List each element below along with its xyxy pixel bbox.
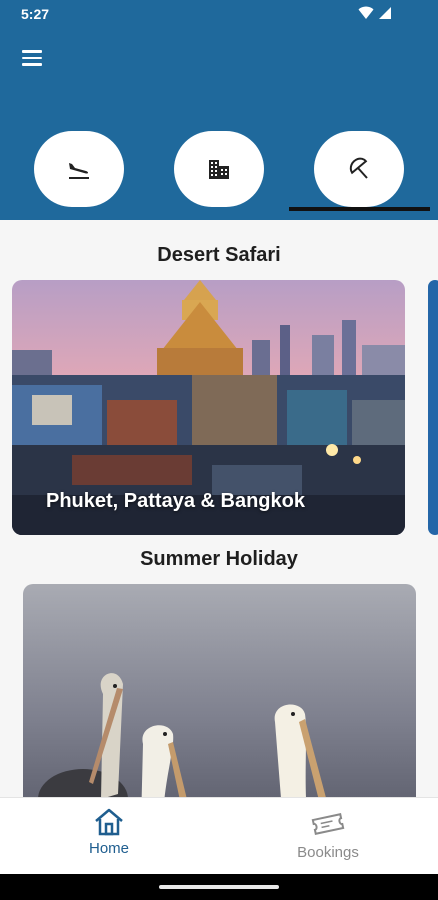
destination-card-phuket[interactable]: Phuket, Pattaya & Bangkok [12, 280, 405, 535]
next-card-peek[interactable] [428, 280, 438, 535]
bottom-navigation: Home Bookings [0, 797, 438, 874]
home-icon [95, 808, 123, 836]
pelicans-photo [23, 584, 416, 824]
gesture-handle[interactable] [159, 885, 279, 889]
hotel-building-icon [209, 160, 229, 179]
destination-card-label: Phuket, Pattaya & Bangkok [46, 490, 305, 512]
selected-category-indicator [289, 207, 430, 211]
nav-item-bookings-label: Bookings [297, 844, 359, 861]
beach-umbrella-icon [349, 157, 368, 179]
flight-land-icon [69, 163, 89, 179]
system-gesture-bar [0, 874, 438, 900]
status-time: 5:27 [21, 6, 50, 22]
section-title-summer-holiday: Summer Holiday [140, 548, 298, 570]
nav-item-bookings[interactable]: Bookings [268, 808, 388, 861]
category-holidays-button[interactable] [314, 131, 404, 207]
nav-item-home[interactable]: Home [49, 808, 169, 857]
ticket-icon [311, 813, 345, 835]
wifi-icon [358, 6, 374, 19]
status-icons [358, 6, 392, 20]
nav-item-home-label: Home [88, 840, 129, 857]
section-title-desert-safari: Desert Safari [157, 244, 281, 266]
category-hotels-button[interactable] [174, 131, 264, 207]
cellular-signal-icon [379, 7, 391, 19]
app-bar [0, 27, 438, 220]
category-flights-button[interactable] [34, 131, 124, 207]
status-bar: 5:27 [0, 0, 438, 27]
destination-card-summer[interactable] [23, 584, 416, 824]
hamburger-menu-icon[interactable] [22, 50, 42, 66]
